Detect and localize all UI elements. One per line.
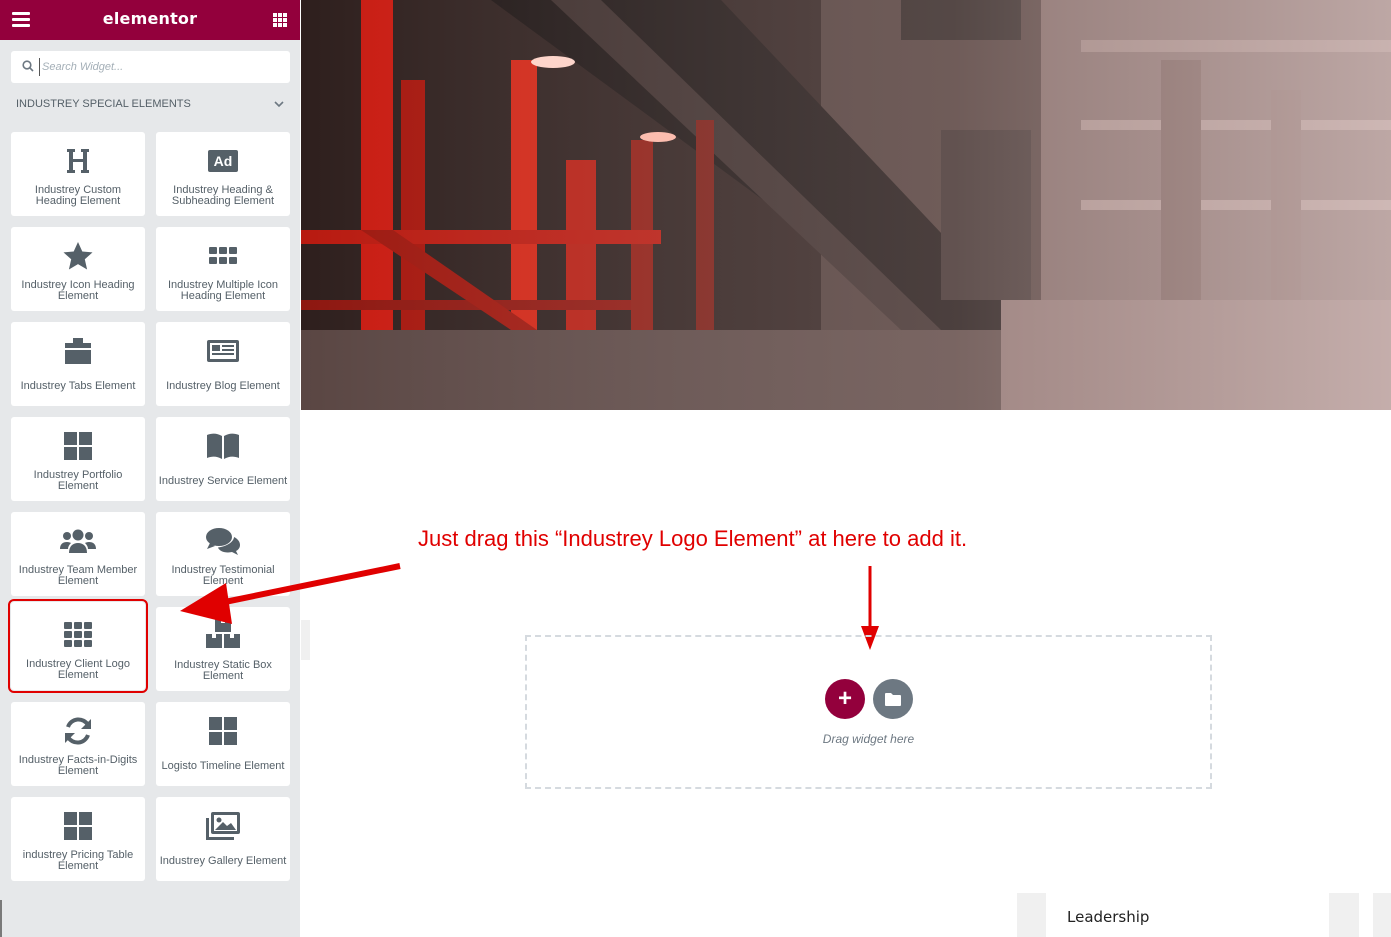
- book-icon: [156, 431, 290, 461]
- widget-client-logo[interactable]: Industrey Client Logo Element: [8, 599, 148, 693]
- widget-label: Industrey Portfolio Element: [33, 469, 123, 492]
- tabs-icon: [11, 336, 145, 366]
- add-section-button[interactable]: +: [825, 679, 865, 719]
- widget-label: Industrey Heading & Subheading Element: [171, 184, 275, 207]
- leadership-box: Leadership: [1046, 893, 1329, 937]
- right-edge-strip: [1373, 893, 1391, 937]
- widget-label: Industrey Tabs Element: [20, 380, 136, 392]
- widget-label: Industrey Multiple Icon Heading Element: [167, 279, 279, 302]
- category-title: INDUSTREY SPECIAL ELEMENTS: [16, 98, 191, 110]
- four-squares-icon: [156, 716, 290, 746]
- widget-label: Industrey Testimonial Element: [171, 564, 275, 587]
- users-icon: [11, 526, 145, 556]
- ad-icon: Ad: [156, 146, 290, 176]
- widget-label: Industrey Icon Heading Element: [21, 279, 135, 302]
- boxes-icon: [156, 619, 290, 649]
- sync-icon: [11, 716, 145, 746]
- widget-blog[interactable]: Industrey Blog Element: [156, 322, 290, 406]
- widget-label: Industrey Facts-in-Digits Element: [18, 754, 138, 777]
- widget-service[interactable]: Industrey Service Element: [156, 417, 290, 501]
- panel-edge: [0, 900, 2, 937]
- nine-dots-grid-icon: [11, 620, 145, 650]
- panel-collapse-handle[interactable]: [301, 620, 310, 660]
- widgets-grid-icon[interactable]: [273, 13, 287, 27]
- widget-label: Industrey Static Box Element: [174, 659, 272, 682]
- widget-label: Industrey Team Member Element: [18, 564, 138, 587]
- hero-industrial-image: [301, 0, 1391, 410]
- panel-header: elementor: [0, 0, 300, 40]
- brand-logo: elementor: [102, 9, 198, 28]
- widget-custom-heading[interactable]: Industrey Custom Heading Element: [11, 132, 145, 216]
- four-squares-icon: [11, 431, 145, 461]
- widget-label: Industrey Service Element: [158, 475, 288, 487]
- heading-icon: [11, 146, 145, 176]
- leadership-heading: Leadership: [1067, 908, 1150, 926]
- widget-label: industrey Pricing Table Element: [22, 849, 134, 872]
- search-box: [11, 51, 290, 83]
- dots-grid-icon: [156, 241, 290, 271]
- widget-testimonial[interactable]: Industrey Testimonial Element: [156, 512, 290, 596]
- widget-label: Logisto Timeline Element: [161, 760, 285, 772]
- search-widget-input[interactable]: [39, 58, 279, 76]
- search-icon: [22, 60, 34, 72]
- elementor-editor: elementor INDUSTREY SPECIAL ELEMENTS Ind…: [0, 0, 1391, 937]
- images-icon: [156, 811, 290, 841]
- widget-icon-heading[interactable]: Industrey Icon Heading Element: [11, 227, 145, 311]
- widget-label: Industrey Gallery Element: [159, 855, 287, 867]
- drop-zone[interactable]: + Drag widget here: [525, 635, 1212, 789]
- leadership-section: Leadership: [1017, 893, 1359, 937]
- add-template-button[interactable]: [873, 679, 913, 719]
- svg-text:Ad: Ad: [214, 153, 233, 169]
- four-squares-icon: [11, 811, 145, 841]
- widget-multiple-icon-heading[interactable]: Industrey Multiple Icon Heading Element: [156, 227, 290, 311]
- widget-panel: elementor INDUSTREY SPECIAL ELEMENTS Ind…: [0, 0, 300, 937]
- widget-gallery[interactable]: Industrey Gallery Element: [156, 797, 290, 881]
- star-icon: [11, 241, 145, 271]
- category-header[interactable]: INDUSTREY SPECIAL ELEMENTS: [16, 98, 286, 114]
- factory-illustration: [301, 0, 1391, 410]
- widget-timeline[interactable]: Logisto Timeline Element: [156, 702, 290, 786]
- widget-label: Industrey Client Logo Element: [26, 658, 130, 681]
- comments-icon: [156, 526, 290, 556]
- folder-icon: [885, 693, 901, 706]
- widget-team-member[interactable]: Industrey Team Member Element: [11, 512, 145, 596]
- newspaper-icon: [156, 336, 290, 366]
- widget-heading-subheading[interactable]: Ad Industrey Heading & Subheading Elemen…: [156, 132, 290, 216]
- widget-pricing-table[interactable]: industrey Pricing Table Element: [11, 797, 145, 881]
- widget-facts-in-digits[interactable]: Industrey Facts-in-Digits Element: [11, 702, 145, 786]
- widget-label: Industrey Blog Element: [166, 380, 280, 392]
- widget-static-box[interactable]: Industrey Static Box Element: [156, 607, 290, 691]
- drag-widget-hint: Drag widget here: [822, 732, 915, 746]
- chevron-down-icon: [274, 101, 284, 108]
- widget-label: Industrey Custom Heading Element: [34, 184, 122, 207]
- widget-tabs[interactable]: Industrey Tabs Element: [11, 322, 145, 406]
- instruction-annotation: Just drag this “Industrey Logo Element” …: [418, 526, 968, 551]
- widget-portfolio[interactable]: Industrey Portfolio Element: [11, 417, 145, 501]
